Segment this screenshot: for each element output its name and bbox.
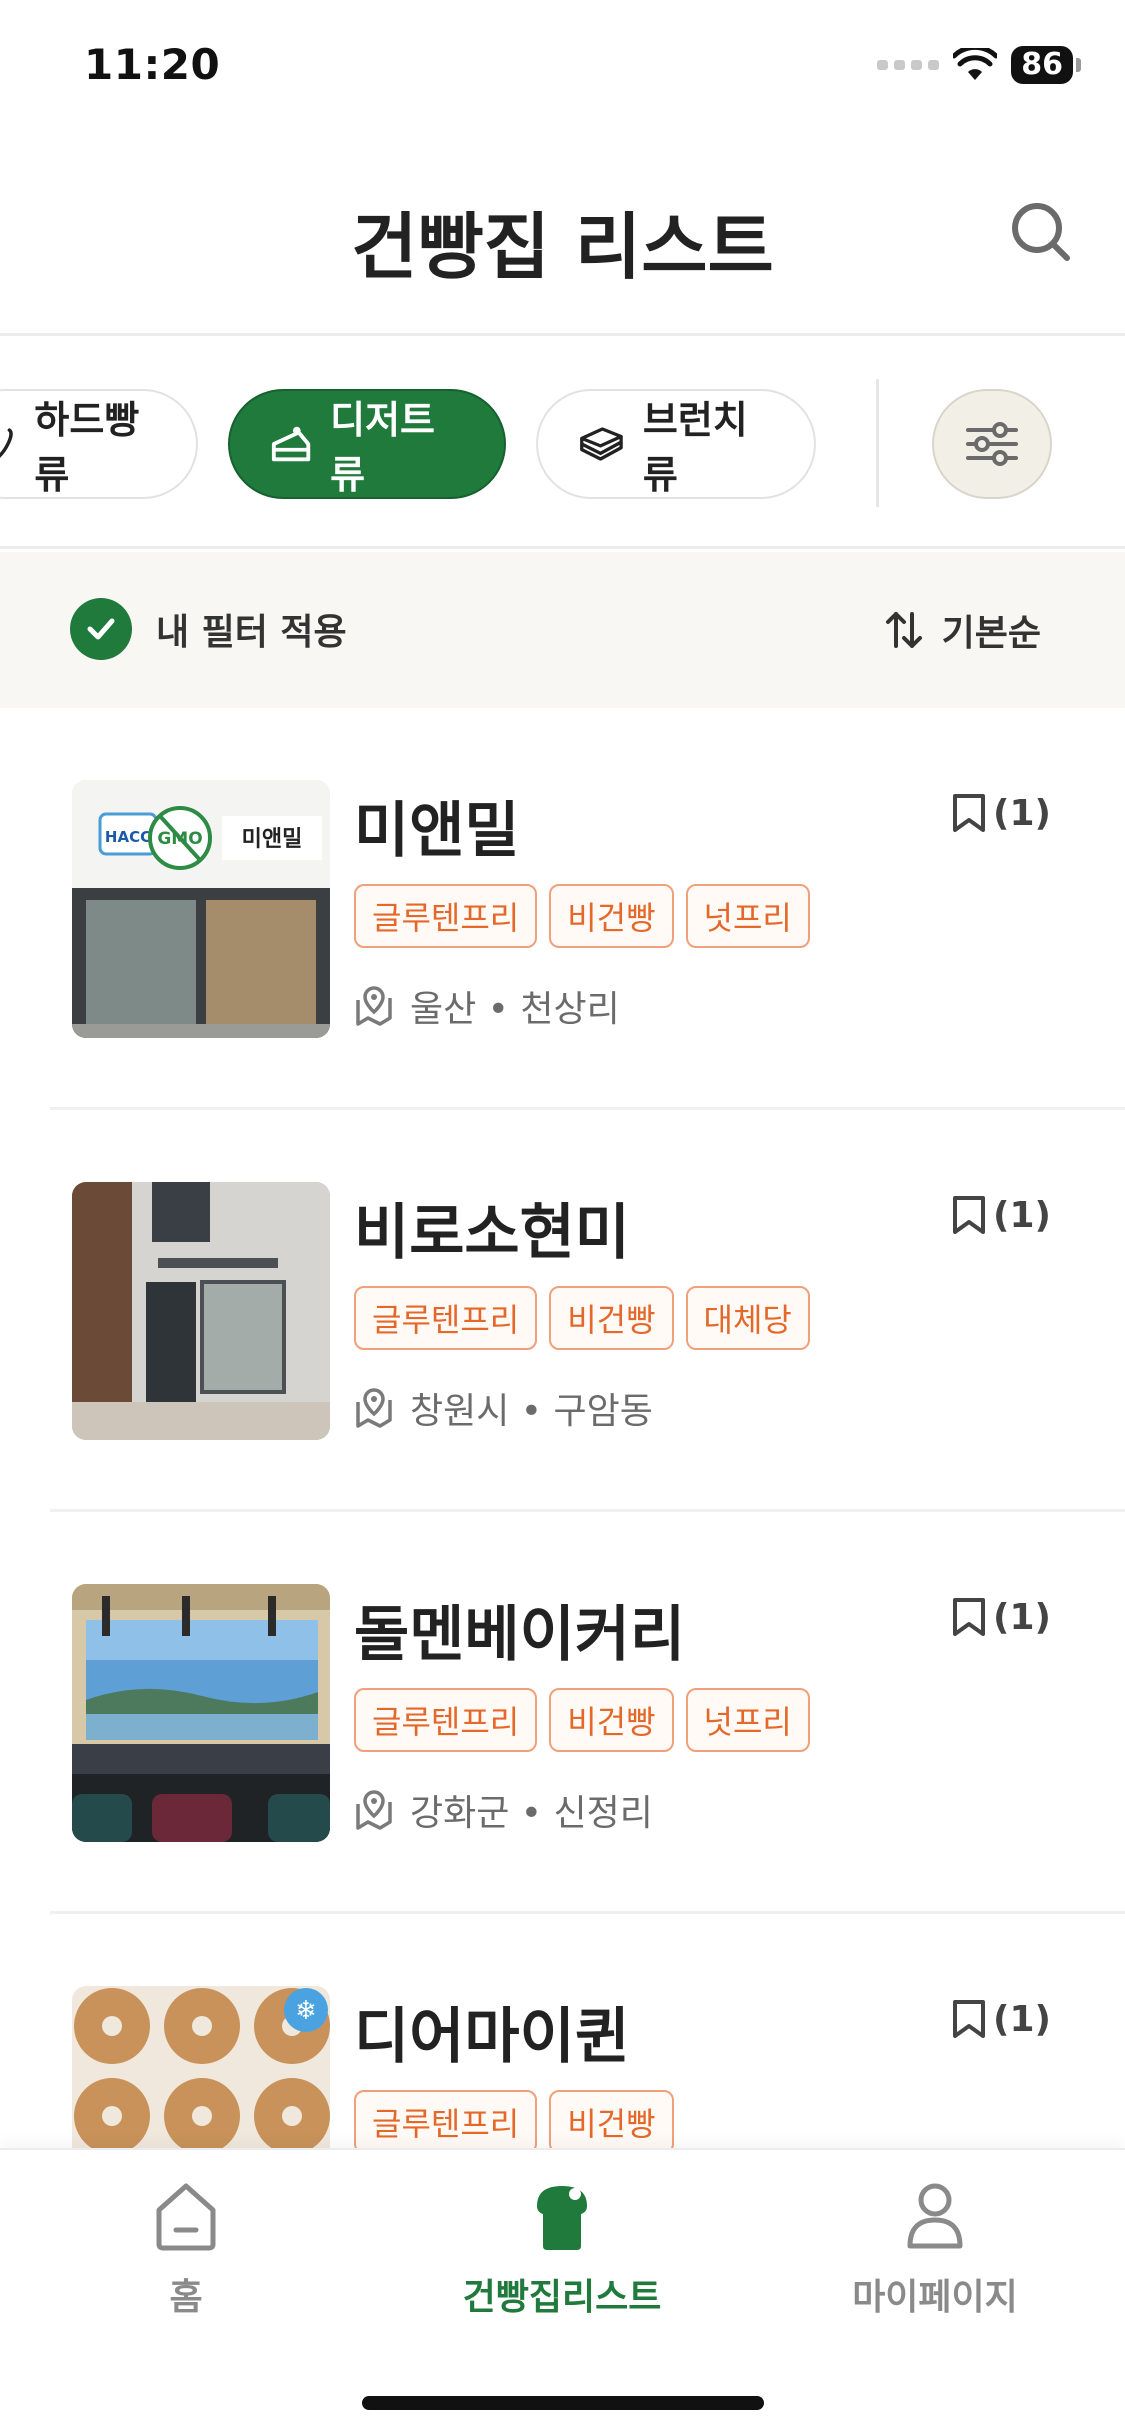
bookmark-icon [953, 794, 986, 832]
baguette-icon [0, 428, 13, 458]
bookmark-count: (1) [993, 1194, 1051, 1236]
location-text: 울산 • 천상리 [410, 989, 620, 1030]
shop-sign: 미앤밀 [242, 827, 303, 852]
bakery-item[interactable]: 비로소현미 (1) 글루텐프리 비건빵 대체당 창원시 • 구암동 [0, 1110, 1125, 1512]
tag: 비건빵 [549, 1286, 674, 1350]
tag: 비건빵 [549, 2090, 674, 2148]
sandwich-icon [580, 427, 623, 461]
tag: 글루텐프리 [354, 1688, 538, 1752]
bookmark-count: (1) [993, 792, 1051, 834]
tag: 비건빵 [549, 884, 674, 948]
map-pin-icon [356, 1388, 392, 1428]
my-filter-label: 내 필터 적용 [156, 612, 347, 653]
check-circle-icon [70, 598, 132, 660]
app-header: 건빵집 리스트 [0, 140, 1125, 336]
filter-settings-button[interactable] [932, 389, 1052, 499]
bakery-name: 미앤밀 [354, 796, 520, 866]
location: 울산 • 천상리 [354, 980, 620, 1032]
location: 강화군 • 신정리 [354, 1784, 653, 1836]
user-icon [907, 2183, 963, 2249]
tag-list: 글루텐프리 비건빵 넛프리 [354, 884, 810, 948]
cellular-signal-icon [877, 60, 940, 70]
sort-button[interactable]: 기본순 [882, 604, 1041, 656]
bakery-item[interactable]: HACC GMO 미앤밀 미앤밀 (1) 글루텐프리 비건빵 넛프리 울산 [0, 708, 1125, 1110]
sliders-icon [966, 422, 1018, 466]
bakery-thumbnail [72, 1584, 330, 1842]
bakery-item[interactable]: ❄ 디어마이퀸 (1) 글루텐프리 비건빵 [0, 1914, 1125, 2148]
bakery-name: 디어마이퀸 [354, 2002, 630, 2072]
bakery-name: 돌멘베이커리 [354, 1600, 686, 1670]
tag: 글루텐프리 [354, 2090, 538, 2148]
bookmark-icon [953, 2000, 986, 2038]
sort-arrows-icon [885, 612, 922, 648]
home-indicator [362, 2396, 764, 2410]
status-icons: 86 [877, 46, 1081, 84]
bakery-item[interactable]: 돌멘베이커리 (1) 글루텐프리 비건빵 넛프리 강화군 • 신정리 [0, 1512, 1125, 1914]
nav-label: 홈 [169, 2277, 203, 2318]
category-chip-row: 하드빵류 디저트류 브런치류 [0, 339, 1125, 549]
tag-list: 글루텐프리 비건빵 넛프리 [354, 1688, 810, 1752]
tag-list: 글루텐프리 비건빵 대체당 [354, 1286, 810, 1350]
nav-label: 건빵집리스트 [462, 2277, 662, 2318]
chip-label: 디저트류 [330, 398, 436, 497]
chip-label: 하드빵류 [34, 398, 140, 497]
page-title: 건빵집 리스트 [351, 205, 774, 289]
nav-label: 마이페이지 [852, 2277, 1018, 2318]
hacc-mark: HACC [105, 828, 151, 846]
status-bar: 11:20 86 [0, 0, 1125, 140]
bakery-list: HACC GMO 미앤밀 미앤밀 (1) 글루텐프리 비건빵 넛프리 울산 [0, 708, 1125, 2148]
bakery-name: 비로소현미 [354, 1198, 630, 1268]
bookmark-count: (1) [993, 1596, 1051, 1638]
snowflake-icon: ❄ [295, 1996, 317, 2026]
bookmark-count: (1) [993, 1998, 1051, 2040]
sort-label: 기본순 [941, 613, 1041, 654]
location-text: 창원시 • 구암동 [410, 1391, 653, 1432]
bakery-thumbnail [72, 1182, 330, 1440]
nav-mypage[interactable]: 마이페이지 [785, 2180, 1085, 2350]
bookmark-button[interactable]: (1) [951, 1596, 1051, 1638]
tag-list: 글루텐프리 비건빵 [354, 2090, 674, 2148]
tag: 넛프리 [685, 884, 810, 948]
location-text: 강화군 • 신정리 [410, 1793, 653, 1834]
chip-hard-bread[interactable]: 하드빵류 [0, 389, 198, 499]
tag: 대체당 [685, 1286, 810, 1350]
chip-label: 브런치류 [642, 398, 748, 497]
bookmark-icon [953, 1196, 986, 1234]
tag: 넛프리 [685, 1688, 810, 1752]
bookmark-button[interactable]: (1) [951, 1194, 1051, 1236]
my-filter-toggle[interactable]: 내 필터 적용 [70, 598, 347, 660]
map-pin-icon [356, 1790, 392, 1830]
bakery-thumbnail: ❄ [72, 1986, 330, 2148]
battery-icon: 86 [1011, 46, 1081, 84]
tag: 글루텐프리 [354, 1286, 538, 1350]
search-icon [1012, 203, 1070, 261]
chip-divider [876, 379, 879, 507]
tag: 비건빵 [549, 1688, 674, 1752]
bakery-thumbnail: HACC GMO 미앤밀 [72, 780, 330, 1038]
bookmark-button[interactable]: (1) [951, 1998, 1051, 2040]
search-button[interactable] [1001, 192, 1081, 272]
cake-icon [271, 426, 311, 462]
bookmark-icon [953, 1598, 986, 1636]
nav-home[interactable]: 홈 [36, 2180, 336, 2350]
nav-bakery-list[interactable]: 건빵집리스트 [412, 2180, 712, 2350]
status-time: 11:20 [84, 40, 221, 89]
battery-level: 86 [1011, 46, 1073, 84]
location: 창원시 • 구암동 [354, 1382, 653, 1434]
wifi-icon [953, 48, 998, 80]
chip-dessert[interactable]: 디저트류 [228, 389, 506, 499]
map-pin-icon [356, 986, 392, 1026]
tag: 글루텐프리 [354, 884, 538, 948]
chip-brunch[interactable]: 브런치류 [536, 389, 816, 499]
home-icon [156, 2183, 216, 2251]
bottom-nav: 홈 건빵집리스트 마이페이지 [0, 2148, 1125, 2436]
filter-bar: 내 필터 적용 기본순 [0, 552, 1125, 708]
bookmark-button[interactable]: (1) [951, 792, 1051, 834]
bread-icon [537, 2186, 587, 2250]
